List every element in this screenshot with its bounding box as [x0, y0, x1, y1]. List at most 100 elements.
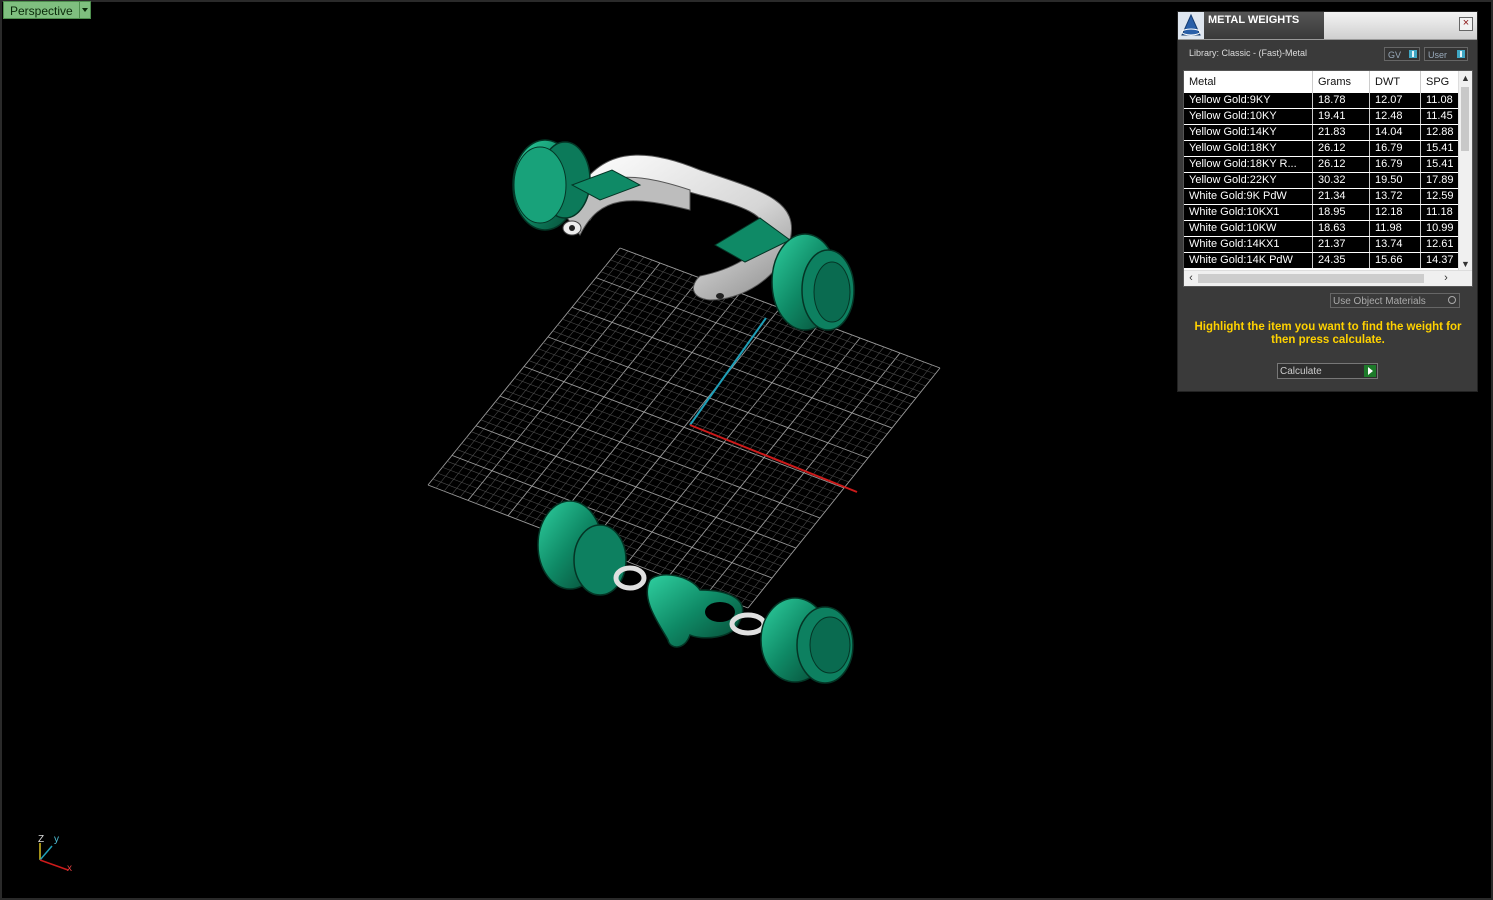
table-row[interactable]: Yellow Gold:22KY 30.32 19.50 17.89 [1184, 173, 1459, 189]
table-row[interactable]: Yellow Gold:10KY 19.41 12.48 11.45 [1184, 109, 1459, 125]
metal-cell: Yellow Gold:14KY [1184, 125, 1313, 140]
table-row[interactable]: White Gold:10KW 18.63 11.98 10.99 [1184, 221, 1459, 237]
grid-line [707, 352, 901, 593]
gizmo-z-label: Z [38, 834, 45, 845]
grams-cell: 26.12 [1313, 141, 1370, 156]
grams-cell: 26.12 [1313, 157, 1370, 172]
grams-cell: 30.32 [1313, 173, 1370, 188]
instruction-text: Highlight the item you want to find the … [1194, 321, 1462, 346]
scrollbar-thumb[interactable] [1198, 274, 1424, 283]
grid-line [699, 349, 893, 590]
app-logo-icon [1178, 12, 1204, 39]
panel-title: METAL WEIGHTS [1208, 14, 1300, 26]
spg-cell: 11.45 [1426, 110, 1453, 122]
scroll-left-icon[interactable]: ‹ [1184, 271, 1198, 286]
vertical-scrollbar[interactable]: ▲ ▼ [1458, 71, 1472, 271]
spg-cell: 11.08 [1426, 94, 1453, 106]
calculate-button[interactable]: Calculate [1277, 363, 1378, 379]
library-label: Library: Classic - (Fast)-Metal [1189, 48, 1308, 58]
metal-cell: Yellow Gold:9KY [1184, 93, 1313, 108]
grid-line [731, 361, 925, 603]
x-axis-line [689, 424, 858, 493]
shackle-model[interactable] [512, 139, 855, 331]
dwt-cell: 15.66 [1370, 253, 1421, 268]
user-toggle[interactable]: User [1424, 47, 1468, 61]
horizontal-scrollbar[interactable]: ‹ › [1184, 270, 1472, 286]
grams-cell: 21.34 [1313, 189, 1370, 204]
spg-cell: 17.89 [1426, 174, 1454, 186]
table-row[interactable]: Yellow Gold:14KY 21.83 14.04 12.88 [1184, 125, 1459, 141]
grams-cell: 21.37 [1313, 237, 1370, 252]
chevron-down-icon[interactable] [79, 1, 91, 19]
metal-cell: Yellow Gold:10KY [1184, 109, 1313, 124]
use-object-materials-label: Use Object Materials [1333, 296, 1426, 307]
grams-cell: 21.83 [1313, 125, 1370, 140]
table-row[interactable]: Yellow Gold:9KY 18.78 12.07 11.08 [1184, 93, 1459, 109]
metal-cell: Yellow Gold:22KY [1184, 173, 1313, 188]
use-object-materials-option[interactable]: Use Object Materials [1330, 293, 1460, 308]
scroll-up-icon[interactable]: ▲ [1459, 71, 1472, 85]
table-row[interactable]: White Gold:10KX1 18.95 12.18 11.18 [1184, 205, 1459, 221]
scroll-right-icon[interactable]: › [1439, 271, 1453, 286]
radio-icon[interactable] [1448, 296, 1456, 304]
grams-cell: 18.63 [1313, 221, 1370, 236]
grams-cell: 18.78 [1313, 93, 1370, 108]
spg-cell: 12.88 [1426, 126, 1454, 138]
scrollbar-thumb[interactable] [1461, 87, 1469, 151]
close-icon: × [1462, 17, 1470, 29]
close-button[interactable]: × [1459, 17, 1473, 31]
grid-line [605, 265, 926, 387]
column-header-grams[interactable]: Grams [1313, 71, 1370, 93]
toggle-knob-icon [1409, 50, 1417, 58]
grid-line [715, 355, 909, 596]
dwt-cell: 16.79 [1370, 141, 1421, 156]
grid-line [739, 364, 933, 606]
dwt-cell: 11.98 [1370, 221, 1421, 236]
metal-weights-panel: METAL WEIGHTS × Library: Classic - (Fast… [1177, 11, 1478, 392]
metal-table[interactable]: Metal Grams DWT SPG Yellow Gold:9KY 18.78… [1183, 70, 1473, 287]
toggle-knob-icon [1457, 50, 1465, 58]
table-row[interactable]: Yellow Gold:18KY 26.12 16.79 15.41 [1184, 141, 1459, 157]
viewport-tab[interactable]: Perspective [3, 1, 91, 19]
dwt-cell: 16.79 [1370, 157, 1421, 172]
calculate-label: Calculate [1280, 366, 1322, 377]
grid-line [595, 277, 917, 399]
grid-line [610, 259, 931, 381]
spg-cell: 15.41 [1426, 158, 1454, 170]
metal-cell: White Gold:14KX1 [1184, 237, 1313, 252]
dwt-cell: 14.04 [1370, 125, 1421, 140]
column-header-spg[interactable]: SPG [1421, 71, 1459, 93]
gizmo-x-label: x [67, 863, 72, 874]
scroll-down-icon[interactable]: ▼ [1459, 257, 1472, 271]
column-header-metal[interactable]: Metal [1184, 71, 1313, 93]
user-toggle-label: User [1428, 50, 1448, 60]
dwt-cell: 13.72 [1370, 189, 1421, 204]
table-header: Metal Grams DWT SPG [1184, 71, 1459, 93]
table-body: Yellow Gold:9KY 18.78 12.07 11.08 Yellow Gol… [1184, 93, 1459, 269]
column-header-dwt[interactable]: DWT [1370, 71, 1421, 93]
grid-line [747, 367, 941, 609]
gizmo-y-label: y [54, 834, 59, 845]
viewport-tab-label[interactable]: Perspective [3, 1, 80, 19]
metal-cell: White Gold:10KW [1184, 221, 1313, 236]
grams-cell: 24.35 [1313, 253, 1370, 268]
dwt-cell: 12.07 [1370, 93, 1421, 108]
panel-header: METAL WEIGHTS × [1178, 12, 1477, 40]
grid-line [723, 358, 917, 599]
table-row[interactable]: White Gold:14KX1 21.37 13.74 12.61 [1184, 237, 1459, 253]
spg-cell: 12.61 [1426, 238, 1454, 250]
gv-toggle[interactable]: GV [1384, 47, 1420, 61]
table-row[interactable]: White Gold:14K PdW 24.35 15.66 14.37 [1184, 253, 1459, 269]
spg-cell: 12.59 [1426, 190, 1454, 202]
metal-cell: White Gold:9K PdW [1184, 189, 1313, 204]
table-row[interactable]: White Gold:9K PdW 21.34 13.72 12.59 [1184, 189, 1459, 205]
table-row[interactable]: Yellow Gold:18KY R... 26.12 16.79 15.41 [1184, 157, 1459, 173]
metal-cell: White Gold:10KX1 [1184, 205, 1313, 220]
dwt-cell: 13.74 [1370, 237, 1421, 252]
gv-toggle-label: GV [1388, 50, 1402, 60]
construction-grid [427, 247, 941, 609]
grams-cell: 19.41 [1313, 109, 1370, 124]
spg-cell: 14.37 [1426, 254, 1454, 266]
dwt-cell: 12.18 [1370, 205, 1421, 220]
spg-cell: 11.18 [1426, 206, 1453, 218]
